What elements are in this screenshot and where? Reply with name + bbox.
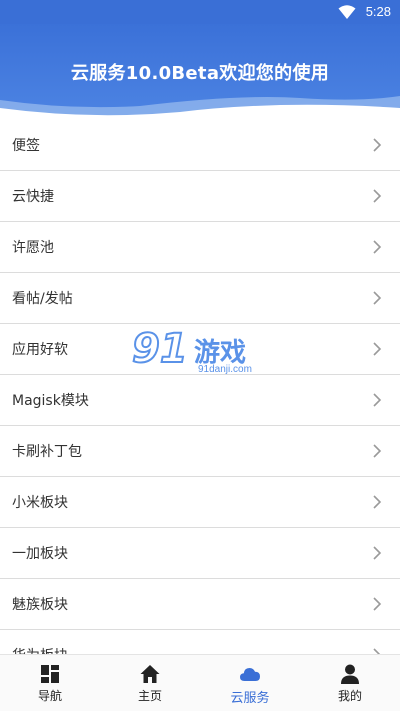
chevron-right-icon	[373, 189, 382, 203]
list-item-label: 一加板块	[12, 546, 68, 562]
list-item-posts[interactable]: 看帖/发帖	[0, 273, 400, 324]
list-item-label: 云快捷	[12, 189, 54, 205]
list-item-label: 许愿池	[12, 240, 54, 256]
list-item-label: Magisk模块	[12, 393, 89, 409]
list-item-magisk[interactable]: Magisk模块	[0, 375, 400, 426]
home-icon	[140, 665, 160, 683]
list-item-wishing-pool[interactable]: 许愿池	[0, 222, 400, 273]
tab-label: 主页	[137, 689, 162, 703]
list-item-xiaomi[interactable]: 小米板块	[0, 477, 400, 528]
menu-list: 便签 云快捷 许愿池 看帖/发帖 应用好软 Magisk模块 卡刷补丁包 小米板…	[0, 120, 400, 654]
list-item-oneplus[interactable]: 一加板块	[0, 528, 400, 579]
tab-navigation[interactable]: 导航	[0, 655, 100, 711]
chevron-right-icon	[373, 393, 382, 407]
list-item-meizu[interactable]: 魅族板块	[0, 579, 400, 630]
tab-label: 云服务	[230, 691, 270, 706]
chevron-right-icon	[373, 138, 382, 152]
tab-label: 我的	[337, 689, 362, 703]
list-item-label: 便签	[12, 138, 40, 154]
chevron-right-icon	[373, 444, 382, 458]
chevron-right-icon	[373, 546, 382, 560]
user-icon	[341, 664, 359, 684]
header-wave	[0, 96, 400, 120]
list-item-cloud-shortcut[interactable]: 云快捷	[0, 171, 400, 222]
cloud-icon	[240, 668, 260, 681]
bottom-tab-bar: 导航 主页 云服务 我的	[0, 654, 400, 711]
page-title: 云服务10.0Beta欢迎您的使用	[70, 63, 330, 84]
chevron-right-icon	[373, 240, 382, 254]
tab-label: 导航	[37, 689, 62, 703]
list-item-label: 魅族板块	[12, 597, 68, 613]
tab-cloud-service[interactable]: 云服务	[200, 655, 300, 711]
grid-icon	[41, 665, 59, 683]
tab-home[interactable]: 主页	[100, 655, 200, 711]
list-item-label: 华为板块	[12, 645, 68, 654]
tab-mine[interactable]: 我的	[300, 655, 400, 711]
list-item-label: 看帖/发帖	[12, 291, 73, 307]
status-bar: 5:28	[0, 0, 400, 24]
list-item-notes[interactable]: 便签	[0, 120, 400, 171]
app-header: 云服务10.0Beta欢迎您的使用	[0, 24, 400, 120]
list-item-huawei[interactable]: 华为板块	[0, 630, 400, 654]
list-item-label: 小米板块	[12, 495, 68, 511]
chevron-right-icon	[373, 495, 382, 509]
list-item-label: 应用好软	[12, 342, 68, 358]
watermark-logo: 91 游戏 91danji.com	[128, 325, 268, 382]
chevron-right-icon	[373, 291, 382, 305]
watermark-number: 91	[131, 325, 189, 373]
chevron-right-icon	[373, 342, 382, 356]
chevron-right-icon	[373, 597, 382, 611]
list-item-label: 卡刷补丁包	[12, 444, 82, 460]
list-item-patch[interactable]: 卡刷补丁包	[0, 426, 400, 477]
chevron-right-icon	[373, 648, 381, 654]
wifi-icon	[338, 5, 356, 19]
watermark-url: 91danji.com	[198, 364, 252, 375]
status-time: 5:28	[365, 4, 391, 19]
